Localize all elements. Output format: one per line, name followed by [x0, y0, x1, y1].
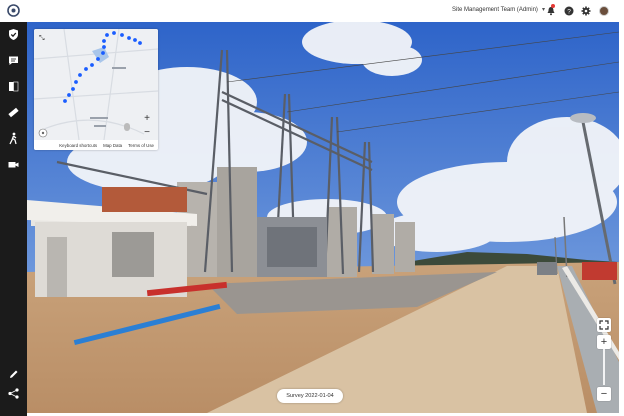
- app-logo[interactable]: [7, 4, 20, 17]
- fullscreen-icon: [599, 320, 609, 330]
- measure-ruler-icon[interactable]: [7, 106, 20, 119]
- minimap-zoom-in-button[interactable]: +: [140, 113, 154, 125]
- left-toolbar: [0, 22, 27, 416]
- notification-badge: [551, 4, 555, 8]
- minimap[interactable]: ⤡ + − Keyboard shortcuts Map Data Terms …: [34, 29, 158, 150]
- chat-icon[interactable]: [7, 54, 20, 67]
- terms-of-use-link[interactable]: Terms of Use: [128, 143, 154, 148]
- top-bar: Site Management Team (Admin) ▾ ?: [0, 0, 624, 22]
- walk-icon[interactable]: [7, 132, 20, 145]
- shield-check-icon[interactable]: [7, 28, 20, 41]
- chevron-down-icon: ▾: [541, 7, 545, 13]
- survey-date-selector[interactable]: Survey 2022-01-04: [277, 389, 343, 403]
- svg-text:?: ?: [567, 8, 571, 15]
- compare-icon[interactable]: [7, 80, 20, 93]
- app-root: Site Management Team (Admin) ▾ ? ⤡ + − K…: [0, 0, 624, 416]
- viewer-zoom-out-button[interactable]: −: [597, 387, 611, 401]
- viewer-zoom-in-button[interactable]: +: [597, 335, 611, 349]
- pencil-icon[interactable]: [7, 368, 20, 381]
- share-icon[interactable]: [7, 387, 20, 400]
- team-name: Site Management Team (Admin): [452, 6, 538, 13]
- help-icon[interactable]: ?: [564, 6, 574, 16]
- street-view-icon[interactable]: [124, 123, 130, 131]
- settings-gear-icon[interactable]: [581, 6, 591, 16]
- team-selector[interactable]: Site Management Team (Admin) ▾: [452, 6, 545, 14]
- video-camera-icon[interactable]: [7, 158, 20, 171]
- survey-date-label: Survey 2022-01-04: [286, 393, 334, 399]
- expand-map-icon[interactable]: ⤡: [39, 35, 45, 42]
- map-data-link[interactable]: Map Data: [103, 143, 122, 148]
- keyboard-shortcuts-link[interactable]: Keyboard shortcuts: [59, 143, 97, 148]
- user-avatar[interactable]: [599, 6, 609, 16]
- minimap-zoom-out-button[interactable]: −: [140, 127, 154, 139]
- minimap-footer: Keyboard shortcuts Map Data Terms of Use: [34, 140, 158, 150]
- fullscreen-button[interactable]: [597, 318, 611, 332]
- zoom-slider-track[interactable]: [603, 349, 605, 385]
